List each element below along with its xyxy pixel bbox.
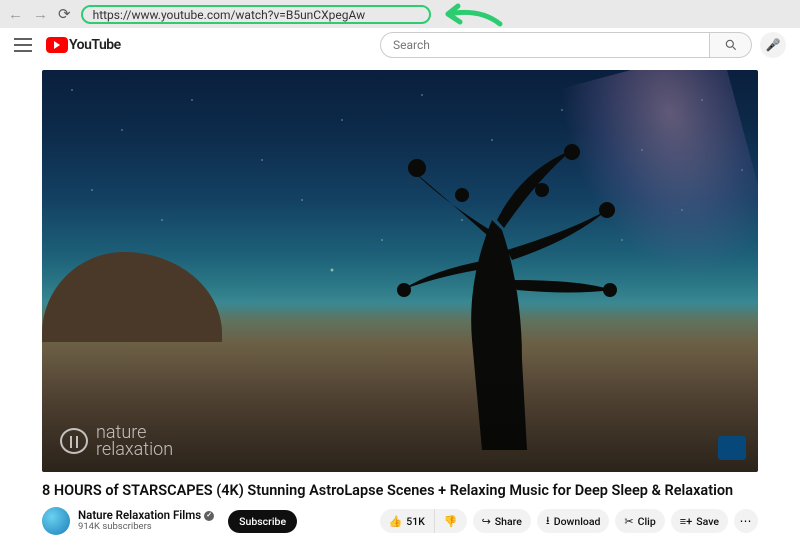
scissors-icon: ✂ — [624, 515, 633, 528]
back-icon[interactable]: ← — [8, 5, 23, 23]
ellipsis-icon: ⋯ — [740, 514, 753, 528]
search-icon — [724, 38, 738, 52]
share-button[interactable]: ↪ Share — [473, 509, 531, 533]
mic-icon: 🎤 — [766, 38, 781, 52]
browser-toolbar: ← → ⟳ — [0, 0, 800, 28]
verified-icon: ✓ — [204, 511, 214, 521]
corner-badge — [718, 436, 746, 460]
download-icon: ⭳ — [546, 512, 550, 531]
playlist-add-icon: ≡+ — [680, 515, 693, 528]
subscriber-count: 914K subscribers — [78, 522, 214, 532]
youtube-logo[interactable]: YouTube — [46, 37, 121, 53]
channel-avatar[interactable] — [42, 507, 70, 535]
download-button[interactable]: ⭳ Download — [537, 509, 610, 533]
masthead: YouTube 🎤 — [0, 28, 800, 62]
subscribe-button[interactable]: Subscribe — [228, 510, 297, 533]
youtube-play-icon — [46, 37, 68, 53]
thumbs-down-icon: 👎 — [444, 515, 458, 528]
video-title: 8 HOURS of STARSCAPES (4K) Stunning Astr… — [42, 482, 758, 499]
logo-text: YouTube — [69, 37, 121, 53]
video-watermark: nature relaxation — [60, 424, 173, 458]
share-icon: ↪ — [482, 515, 491, 528]
dislike-button[interactable]: 👎 — [435, 509, 467, 533]
address-bar[interactable] — [81, 5, 431, 24]
search-button[interactable] — [710, 32, 752, 58]
menu-icon[interactable] — [14, 38, 32, 52]
clip-button[interactable]: ✂ Clip — [615, 509, 664, 533]
reload-icon[interactable]: ⟳ — [58, 5, 71, 23]
watermark-icon — [60, 428, 88, 454]
search-input[interactable] — [380, 32, 710, 58]
voice-search-button[interactable]: 🎤 — [760, 32, 786, 58]
video-player[interactable]: nature relaxation — [42, 70, 758, 472]
forward-icon[interactable]: → — [33, 5, 48, 23]
thumbs-up-icon: 👍 — [389, 515, 403, 528]
more-actions-button[interactable]: ⋯ — [734, 509, 758, 533]
like-button[interactable]: 👍 51K — [380, 509, 435, 533]
save-button[interactable]: ≡+ Save — [671, 509, 728, 533]
meta-row: Nature Relaxation Films ✓ 914K subscribe… — [42, 507, 758, 535]
